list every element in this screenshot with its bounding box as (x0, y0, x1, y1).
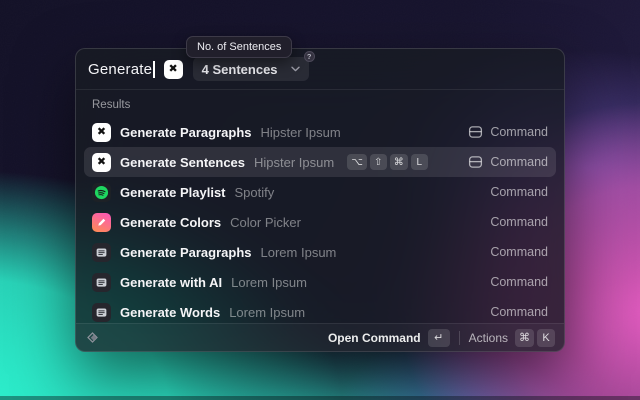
result-icon (92, 243, 111, 262)
result-accessory-label: Command (490, 185, 548, 199)
result-row[interactable]: Generate Colors Color Picker Command (84, 207, 556, 237)
result-shortcuts: ⌥⇧⌘L (347, 154, 428, 170)
search-input[interactable]: Generate (88, 61, 152, 78)
shortcut-key-badge: ⇧ (370, 154, 387, 170)
result-accessory-label: Command (490, 245, 548, 259)
command-panel-icon (468, 125, 483, 139)
lorem-ipsum-document-icon (92, 243, 111, 262)
result-title: Generate Paragraphs (120, 245, 252, 260)
k-key-badge: K (537, 329, 555, 347)
raycast-logo-icon (85, 330, 100, 345)
result-subtitle: Lorem Ipsum (261, 245, 337, 260)
actions-keys: ⌘ K (515, 329, 555, 347)
text-caret (153, 61, 155, 78)
result-subtitle: Spotify (235, 185, 275, 200)
result-accessory: Command (490, 185, 548, 199)
result-accessory: Command (490, 305, 548, 319)
result-row[interactable]: Generate with AI Lorem Ipsum Command (84, 267, 556, 297)
result-accessory-label: Command (490, 155, 548, 169)
screen-bottom-edge (0, 396, 640, 400)
footer-bar: Open Command ↵ Actions ⌘ K (76, 323, 564, 351)
sentences-dropdown[interactable]: 4 Sentences ? (193, 57, 309, 81)
result-accessory-label: Command (490, 215, 548, 229)
result-icon (92, 213, 111, 232)
result-title: Generate Words (120, 305, 220, 320)
result-row[interactable]: ✖ Generate Paragraphs Hipster Ipsum Comm… (84, 117, 556, 147)
open-command-button[interactable]: Open Command ↵ (328, 329, 450, 347)
dropdown-tooltip: No. of Sentences (186, 36, 292, 58)
tooltip-text: No. of Sentences (197, 41, 281, 53)
results-list: ✖ Generate Paragraphs Hipster Ipsum Comm… (84, 117, 556, 323)
result-accessory: Command (490, 245, 548, 259)
open-command-label: Open Command (328, 331, 421, 345)
result-accessory: Command (490, 215, 548, 229)
help-badge[interactable]: ? (304, 51, 315, 62)
chevron-down-icon (291, 66, 300, 72)
result-title: Generate Colors (120, 215, 221, 230)
result-title: Generate Paragraphs (120, 125, 252, 140)
result-icon: ✖ (92, 123, 111, 142)
result-icon: ✖ (92, 153, 111, 172)
actions-label: Actions (469, 331, 508, 345)
dropdown-value: 4 Sentences (202, 62, 278, 77)
enter-key-badge: ↵ (428, 329, 450, 347)
result-subtitle: Hipster Ipsum (261, 125, 341, 140)
result-row[interactable]: Generate Words Lorem Ipsum Command (84, 297, 556, 323)
result-row[interactable]: Generate Playlist Spotify Command (84, 177, 556, 207)
results-section: Results ✖ Generate Paragraphs Hipster Ip… (76, 90, 564, 323)
color-picker-pen-icon (92, 213, 111, 232)
result-title: Generate with AI (120, 275, 222, 290)
results-section-label: Results (84, 90, 556, 117)
result-icon (92, 303, 111, 322)
result-accessory: Command (468, 125, 548, 139)
result-subtitle: Color Picker (230, 215, 301, 230)
cmd-key-badge: ⌘ (515, 329, 534, 347)
search-extension-icon: ✖ (164, 60, 183, 79)
search-bar: Generate ✖ 4 Sentences ? (76, 49, 564, 89)
raycast-window: Generate ✖ 4 Sentences ? Results ✖ Gener… (75, 48, 565, 352)
result-row[interactable]: Generate Paragraphs Lorem Ipsum Command (84, 237, 556, 267)
result-accessory: Command (490, 275, 548, 289)
result-accessory: Command (468, 155, 548, 169)
result-accessory-label: Command (490, 125, 548, 139)
result-icon (92, 183, 111, 202)
result-row[interactable]: ✖ Generate Sentences Hipster Ipsum ⌥⇧⌘L … (84, 147, 556, 177)
footer-actions: Open Command ↵ Actions ⌘ K (328, 329, 555, 347)
command-panel-icon (468, 155, 483, 169)
result-subtitle: Lorem Ipsum (231, 275, 307, 290)
result-title: Generate Sentences (120, 155, 245, 170)
lorem-ipsum-document-icon (92, 273, 111, 292)
x-extension-icon: ✖ (92, 153, 111, 172)
result-subtitle: Hipster Ipsum (254, 155, 334, 170)
shortcut-key-badge: ⌘ (390, 154, 408, 170)
result-icon (92, 273, 111, 292)
shortcut-key-badge: L (411, 154, 428, 170)
footer-separator (459, 331, 460, 345)
result-accessory-label: Command (490, 305, 548, 319)
result-subtitle: Lorem Ipsum (229, 305, 305, 320)
result-title: Generate Playlist (120, 185, 226, 200)
shortcut-key-badge: ⌥ (347, 154, 367, 170)
spotify-icon (92, 183, 111, 202)
x-extension-icon: ✖ (92, 123, 111, 142)
x-extension-icon: ✖ (164, 60, 183, 79)
result-accessory-label: Command (490, 275, 548, 289)
lorem-ipsum-document-icon (92, 303, 111, 322)
actions-button[interactable]: Actions ⌘ K (469, 329, 555, 347)
